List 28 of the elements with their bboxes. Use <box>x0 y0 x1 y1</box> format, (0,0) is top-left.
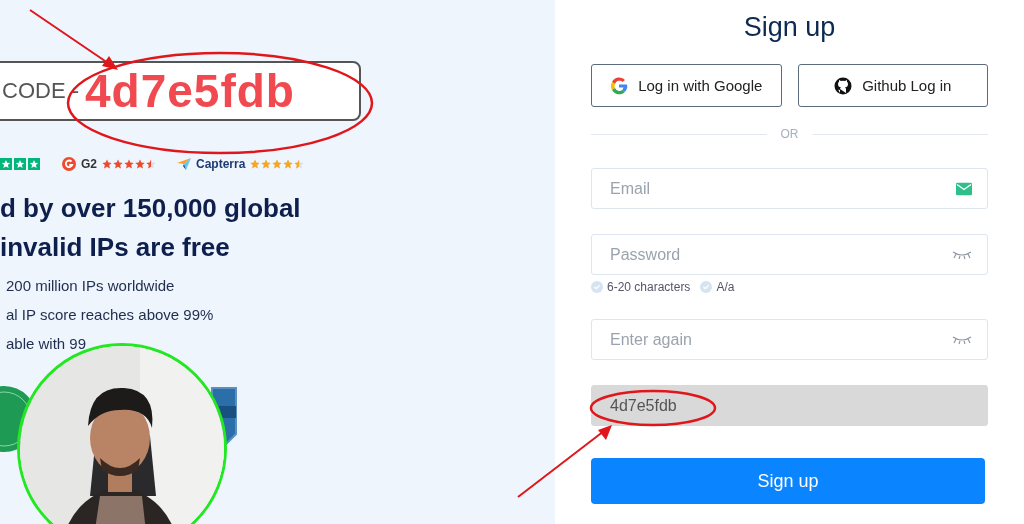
feature-text: 200 million IPs worldwide <box>6 277 176 294</box>
capterra-logo-icon <box>177 158 191 170</box>
trustpilot-stars-icon <box>0 158 42 170</box>
check-icon <box>700 281 713 293</box>
headline: invalid IPs are free <box>0 231 231 264</box>
closed-eye-icon[interactable] <box>952 249 972 260</box>
headline: d by over 150,000 global <box>0 192 302 225</box>
github-logo-icon <box>834 76 853 95</box>
feature-text: al IP score reaches above 99% <box>6 306 215 323</box>
email-field[interactable]: Email <box>591 168 988 209</box>
password-field[interactable]: Enter again <box>591 319 988 360</box>
password-field[interactable]: Password <box>591 234 988 275</box>
github-login-button[interactable]: Github Log in <box>797 64 988 107</box>
g2-logo-icon <box>62 157 76 171</box>
rating-name: G2 <box>81 157 97 171</box>
divider-label: OR <box>780 127 799 141</box>
promo-code: 4d7e5fdb <box>85 64 295 118</box>
code-label: CODE - <box>2 78 79 104</box>
google-logo-icon <box>610 76 629 95</box>
rating-name: Capterra <box>196 157 246 171</box>
google-login-button[interactable]: Log in with Google <box>591 64 782 107</box>
sign-up-button[interactable]: Sign up <box>591 458 985 504</box>
password-hint: A/a <box>716 280 735 294</box>
password-hint: 6-20 characters <box>607 280 691 294</box>
check-icon <box>591 281 603 293</box>
feature-text: able with 99 <box>6 335 88 352</box>
closed-eye-icon[interactable] <box>952 334 972 345</box>
page-title: Sign up <box>742 12 837 44</box>
